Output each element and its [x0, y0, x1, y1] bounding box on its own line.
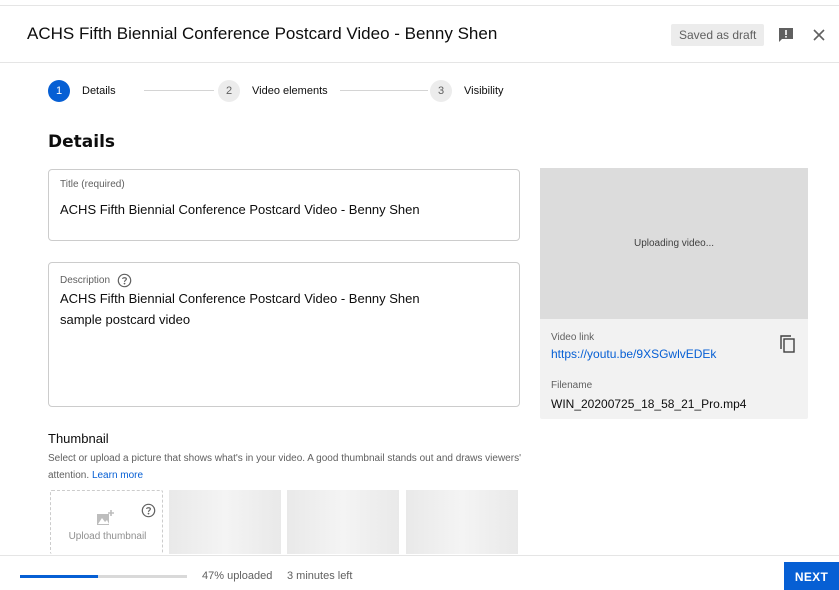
- auto-thumbnail-option[interactable]: [406, 490, 518, 554]
- auto-thumbnail-option[interactable]: [169, 490, 281, 554]
- next-button[interactable]: NEXT: [784, 562, 839, 590]
- feedback-icon[interactable]: [775, 24, 797, 46]
- upload-thumbnail-label: Upload thumbnail: [68, 531, 147, 542]
- description-label-text: Description: [60, 274, 111, 286]
- step-visibility[interactable]: 3 Visibility: [430, 80, 510, 102]
- step-number: 1: [48, 80, 70, 102]
- add-image-icon: [96, 509, 116, 527]
- video-preview: Uploading video...: [540, 168, 808, 319]
- title-field[interactable]: Title (required) ACHS Fifth Biennial Con…: [48, 169, 520, 241]
- description-input-value[interactable]: ACHS Fifth Biennial Conference Postcard …: [60, 288, 420, 330]
- dialog-header: ACHS Fifth Biennial Conference Postcard …: [0, 7, 839, 63]
- title-field-label: Title (required): [60, 179, 125, 190]
- upload-status-text: Uploading video...: [633, 238, 715, 249]
- upload-progress-fill: [20, 575, 99, 578]
- filename-label: Filename: [551, 380, 593, 391]
- section-title: Details: [48, 132, 116, 152]
- step-label: Visibility: [464, 85, 504, 97]
- description-field-label: Description: [60, 272, 132, 288]
- auto-thumbnail-option[interactable]: [287, 490, 399, 554]
- draft-status-badge: Saved as draft: [671, 24, 765, 46]
- upload-progress-text: 47% uploaded: [202, 570, 273, 582]
- upload-stepper: 1 Details 2 Video elements 3 Visibility: [48, 80, 518, 102]
- step-details[interactable]: 1 Details: [48, 80, 122, 102]
- upload-thumbnail-button[interactable]: Upload thumbnail: [50, 490, 163, 554]
- step-connector: [144, 90, 214, 91]
- filename-value: WIN_20200725_18_58_21_Pro.mp4: [551, 397, 747, 411]
- step-video-elements[interactable]: 2 Video elements: [218, 80, 334, 102]
- thumbnail-title: Thumbnail: [48, 431, 109, 446]
- video-link-label: Video link: [551, 332, 595, 343]
- step-connector: [340, 90, 428, 91]
- help-icon[interactable]: [140, 502, 156, 518]
- thumbnail-description: Select or upload a picture that shows wh…: [48, 450, 523, 484]
- step-number: 2: [218, 80, 240, 102]
- step-label: Details: [82, 85, 116, 97]
- close-icon[interactable]: [808, 24, 830, 46]
- copy-icon[interactable]: [777, 334, 797, 354]
- step-label: Video elements: [252, 85, 328, 97]
- title-label-text: Title (required): [60, 179, 125, 190]
- dialog-title: ACHS Fifth Biennial Conference Postcard …: [27, 24, 498, 43]
- title-input-value[interactable]: ACHS Fifth Biennial Conference Postcard …: [60, 199, 420, 220]
- video-link[interactable]: https://youtu.be/9XSGwlvEDEk: [551, 347, 716, 361]
- video-preview-panel: Uploading video... Video link https://yo…: [540, 168, 808, 419]
- help-icon[interactable]: [116, 272, 132, 288]
- description-field[interactable]: Description ACHS Fifth Biennial Conferen…: [48, 262, 520, 407]
- step-number: 3: [430, 80, 452, 102]
- upload-progress-bar: [20, 575, 187, 578]
- time-left-text: 3 minutes left: [287, 570, 353, 582]
- top-edge: [0, 0, 839, 6]
- learn-more-link[interactable]: Learn more: [92, 470, 143, 481]
- dialog-footer: 47% uploaded 3 minutes left NEXT: [0, 555, 839, 590]
